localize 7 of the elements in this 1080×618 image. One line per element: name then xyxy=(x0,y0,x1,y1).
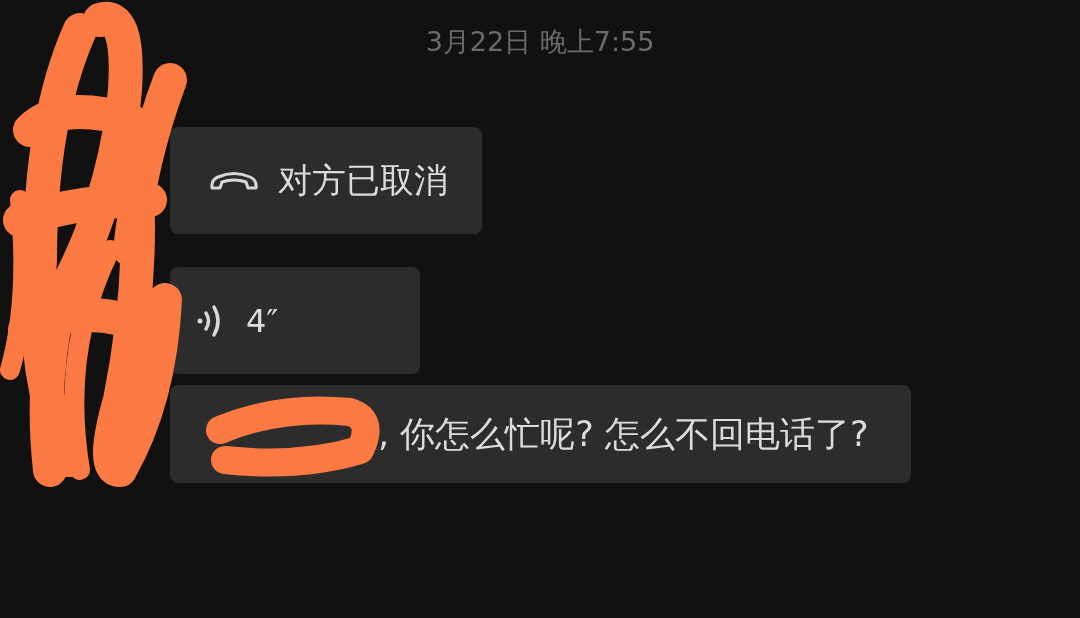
timestamp: 3月22日 晚上7:55 xyxy=(424,25,656,59)
phone-hangup-icon xyxy=(208,169,260,192)
voice-duration: 4″ xyxy=(246,301,279,340)
message-text: , 你怎么忙呢? 怎么不回电话了? xyxy=(377,413,869,456)
voice-bubble[interactable]: 4″ xyxy=(170,267,420,374)
call-bubble[interactable]: 对方已取消 xyxy=(170,127,482,234)
call-status-text: 对方已取消 xyxy=(278,158,448,202)
